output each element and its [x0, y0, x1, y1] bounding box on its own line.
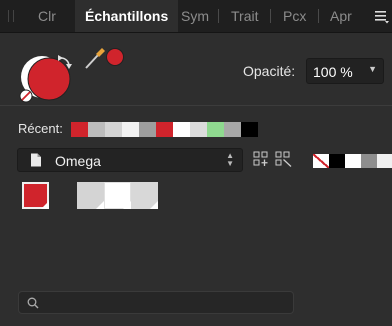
picker-color-circle	[106, 48, 124, 66]
global-color-marker	[123, 201, 131, 209]
palette-dropdown[interactable]: Omega ▲ ▼	[17, 148, 243, 172]
search-input[interactable]	[45, 294, 289, 313]
palette-preview-swatch	[329, 154, 345, 168]
palette-preview-swatch	[377, 154, 392, 168]
tab-symbols[interactable]: Sym	[181, 0, 209, 32]
global-color-marker	[96, 201, 104, 209]
recent-colors	[71, 122, 258, 137]
hamburger-menu-icon[interactable]	[374, 8, 390, 24]
chevron-down-icon: ▼	[368, 64, 377, 74]
tab-bar: Clr Échantillons Sym Trait Pcx Apr	[0, 0, 392, 33]
recent-label: Récent:	[18, 121, 63, 136]
palette-name: Omega	[55, 153, 101, 169]
global-color-marker	[150, 201, 158, 209]
palette-preview-swatch	[361, 154, 377, 168]
recent-color-swatch[interactable]	[241, 122, 258, 137]
tab-appearance[interactable]: Apr	[330, 0, 352, 32]
eyedropper-icon[interactable]	[84, 44, 126, 70]
add-swatch-grid-icon[interactable]	[253, 151, 269, 167]
magnifier-icon	[27, 297, 39, 309]
color-swatch[interactable]	[131, 182, 158, 209]
opacity-value: 100 %	[313, 64, 353, 80]
color-swatch[interactable]	[104, 182, 131, 209]
opacity-label: Opacité:	[243, 63, 296, 79]
tab-stroke[interactable]: Trait	[231, 0, 258, 32]
tab-separator	[318, 9, 319, 23]
palette-preview-swatch	[345, 154, 361, 168]
recent-color-swatch[interactable]	[139, 122, 156, 137]
recent-color-swatch[interactable]	[190, 122, 207, 137]
recent-color-swatch[interactable]	[71, 122, 88, 137]
fill-color-circle	[27, 57, 71, 101]
recent-color-swatch[interactable]	[173, 122, 190, 137]
recent-color-swatch[interactable]	[207, 122, 224, 137]
tab-brushes[interactable]: Pcx	[283, 0, 306, 32]
document-icon	[31, 153, 41, 167]
recent-color-swatch[interactable]	[156, 122, 173, 137]
recent-color-swatch[interactable]	[105, 122, 122, 137]
tab-swatches[interactable]: Échantillons	[75, 0, 179, 32]
remove-swatch-grid-icon[interactable]	[275, 151, 293, 167]
palette-preview-swatch	[313, 154, 329, 168]
fill-stroke-color-well[interactable]	[18, 50, 78, 105]
opacity-dropdown[interactable]: 100 % ▼	[306, 58, 384, 84]
tab-colour[interactable]: Clr	[38, 0, 56, 32]
recent-color-swatch[interactable]	[122, 122, 139, 137]
tab-separator	[270, 9, 271, 23]
no-color-icon	[19, 89, 33, 103]
recent-color-swatch[interactable]	[224, 122, 241, 137]
color-swatch[interactable]	[77, 182, 104, 209]
up-down-chevron-icon: ▲ ▼	[226, 151, 234, 168]
global-color-marker	[41, 201, 49, 209]
tab-separator	[218, 9, 219, 23]
search-box[interactable]	[18, 291, 294, 314]
color-swatch[interactable]	[22, 182, 49, 209]
recent-color-swatch[interactable]	[88, 122, 105, 137]
section-divider	[0, 105, 392, 106]
palette-preview-swatches	[313, 154, 392, 168]
panel-grip-handle[interactable]	[8, 10, 14, 22]
